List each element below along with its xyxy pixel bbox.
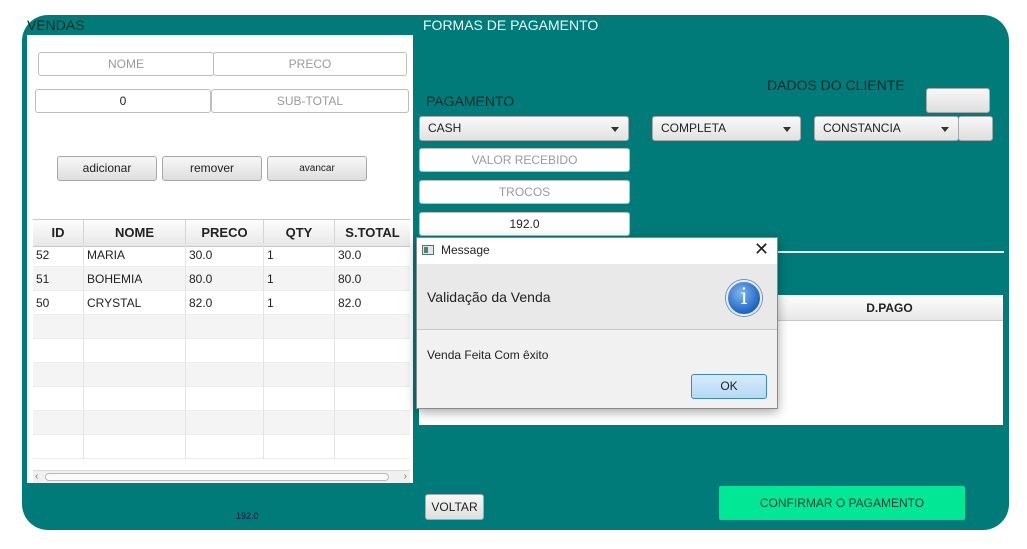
table-row[interactable]: 52 MARIA 30.0 1 30.0 (33, 243, 410, 267)
cell-preco: 80.0 (186, 267, 264, 291)
divider (760, 251, 1004, 253)
cell-id: 51 (33, 267, 84, 291)
cell-id: 52 (33, 243, 84, 267)
scroll-right-icon[interactable]: › (404, 471, 407, 483)
empty-row (33, 435, 410, 459)
dialog-header-text: Validação da Venda (427, 289, 551, 305)
total-label: 192.0 (236, 511, 259, 521)
pagamento-label: PAGAMENTO (426, 93, 515, 109)
dialog-message: Venda Feita Com êxito (427, 348, 549, 362)
cell-preco: 82.0 (186, 291, 264, 315)
close-icon[interactable]: ✕ (754, 239, 769, 260)
cell-qty: 1 (264, 243, 335, 267)
cliente-documento-value: CONSTANCIA (823, 121, 901, 135)
cliente-extra-button[interactable] (958, 116, 993, 141)
window-icon (422, 245, 434, 255)
cell-nome: MARIA (84, 243, 186, 267)
cell-nome: BOHEMIA (84, 267, 186, 291)
cliente-title: DADOS DO CLIENTE (767, 77, 905, 93)
adicionar-button[interactable]: adicionar (57, 156, 157, 181)
cell-nome: CRYSTAL (84, 291, 186, 315)
avancar-button[interactable]: avancar (267, 156, 367, 181)
formas-title: FORMAS DE PAGAMENTO (423, 17, 599, 33)
col-dpago[interactable]: D.PAGO (776, 296, 1003, 321)
cell-preco: 30.0 (186, 243, 264, 267)
empty-row (33, 363, 410, 387)
chevron-down-icon (783, 127, 791, 132)
dialog-header: Validação da Venda (417, 264, 777, 330)
pagamento-method-select[interactable]: CASH (419, 116, 629, 141)
empty-row (33, 387, 410, 411)
ok-button[interactable]: OK (691, 374, 767, 399)
chevron-down-icon (611, 127, 619, 132)
preco-input[interactable]: PRECO (213, 52, 407, 76)
empty-row (33, 339, 410, 363)
remover-button[interactable]: remover (162, 156, 262, 181)
chevron-down-icon (941, 127, 949, 132)
dialog-title: Message (441, 243, 490, 257)
table-row[interactable]: 50 CRYSTAL 82.0 1 82.0 (33, 291, 410, 315)
empty-row (33, 315, 410, 339)
nome-input[interactable]: NOME (38, 52, 214, 76)
scroll-left-icon[interactable]: ‹ (35, 471, 38, 483)
pagamento-method-value: CASH (428, 121, 462, 135)
dialog-titlebar[interactable]: Message ✕ (417, 238, 777, 264)
quantity-input[interactable]: 0 (35, 89, 211, 113)
message-dialog: Message ✕ Validação da Venda i Venda Fei… (416, 237, 778, 409)
table-row[interactable]: 51 BOHEMIA 80.0 1 80.0 (33, 267, 410, 291)
cliente-documento-select[interactable]: CONSTANCIA (814, 116, 959, 141)
total-input[interactable]: 192.0 (419, 212, 630, 236)
info-icon: i (726, 280, 762, 316)
cliente-tipo-select[interactable]: COMPLETA (652, 116, 801, 141)
cliente-action-button[interactable] (926, 88, 990, 113)
cell-stotal: 82.0 (338, 296, 362, 310)
cell-qty: 1 (264, 267, 335, 291)
scrollbar-thumb[interactable] (45, 473, 389, 481)
cell-id: 50 (33, 291, 84, 315)
voltar-button[interactable]: VOLTAR (425, 494, 484, 520)
vendas-title: VENDAS (27, 17, 85, 33)
trocos-input[interactable]: TROCOS (419, 180, 630, 204)
empty-row (33, 411, 410, 435)
subtotal-input[interactable]: SUB-TOTAL (211, 89, 409, 113)
cell-stotal: 80.0 (338, 272, 362, 286)
confirmar-pagamento-button[interactable]: CONFIRMAR O PAGAMENTO (719, 486, 965, 520)
sales-table[interactable]: ID NOME PRECO QTY S.TOTAL 52 MARIA 30.0 … (33, 214, 410, 482)
cell-stotal: 30.0 (338, 248, 362, 262)
horizontal-scrollbar[interactable]: ‹ › (33, 470, 410, 483)
valor-recebido-input[interactable]: VALOR RECEBIDO (419, 148, 630, 172)
cliente-tipo-value: COMPLETA (661, 121, 727, 135)
cell-qty: 1 (264, 291, 335, 315)
